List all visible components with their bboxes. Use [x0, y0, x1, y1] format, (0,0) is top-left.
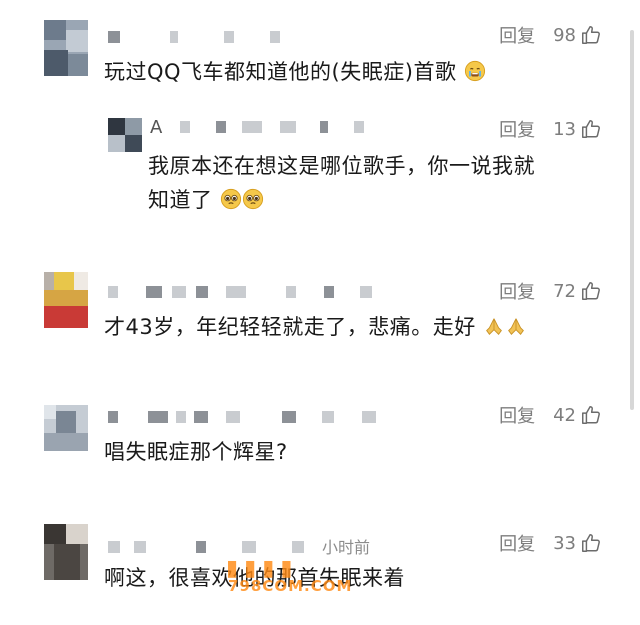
avatar[interactable] [44, 20, 88, 76]
reply-actions: 回复 13 [499, 116, 602, 142]
thumbs-up-icon [582, 282, 600, 300]
comment-text: 才43岁，年纪轻轻就走了，悲痛。走好 [104, 311, 527, 343]
like-count: 72 [553, 280, 576, 302]
pleading-face-emoji [220, 188, 241, 210]
thumbs-up-icon [582, 120, 600, 138]
watermark-logo: ▮▮▮▮ 798COM.COM [226, 556, 353, 595]
watermark-url: 798COM.COM [228, 577, 353, 595]
reply-nickname-blurred[interactable]: A [150, 117, 365, 138]
scrollbar[interactable] [630, 30, 634, 410]
nickname-blurred[interactable] [108, 540, 304, 554]
avatar[interactable] [44, 405, 88, 451]
reply-button[interactable]: 回复 [499, 116, 535, 142]
pleading-face-emoji [242, 188, 263, 210]
comment-actions: 回复 98 [499, 22, 602, 48]
comment-actions: 回复 72 [499, 278, 602, 304]
thumbs-up-icon [582, 406, 600, 424]
like-count: 98 [553, 24, 576, 46]
nickname-blurred[interactable] [108, 30, 280, 44]
avatar[interactable] [44, 524, 88, 580]
like-count: 13 [553, 118, 576, 140]
like-count: 33 [553, 532, 576, 554]
thumbs-up-icon [582, 534, 600, 552]
reply-button[interactable]: 回复 [499, 402, 535, 428]
reply-avatar[interactable] [108, 118, 142, 152]
like-button[interactable]: 33 [553, 532, 602, 554]
reply-button[interactable]: 回复 [499, 22, 535, 48]
comment-actions: 回复 33 [499, 530, 602, 556]
reply-text: 我原本还在想这是哪位歌手，你一说我就 知道了 [148, 154, 535, 212]
comment-actions: 回复 42 [499, 402, 602, 428]
like-count: 42 [553, 404, 576, 426]
like-button[interactable]: 42 [553, 404, 602, 426]
comment-time: 小时前 [322, 538, 371, 557]
reply-button[interactable]: 回复 [499, 530, 535, 556]
folded-hands-emoji [485, 318, 502, 335]
reply-button[interactable]: 回复 [499, 278, 535, 304]
crying-face-emoji [464, 60, 485, 82]
nickname-blurred[interactable] [108, 410, 376, 424]
avatar[interactable] [44, 272, 88, 328]
comment-text: 唱失眠症那个辉星? [104, 440, 288, 464]
like-button[interactable]: 72 [553, 280, 602, 302]
thumbs-up-icon [582, 26, 600, 44]
like-button[interactable]: 13 [553, 118, 602, 140]
nickname-blurred[interactable] [108, 285, 372, 299]
folded-hands-emoji [507, 318, 524, 335]
comment-text: 玩过QQ飞车都知道他的(失眠症)首歌 [104, 56, 486, 88]
like-button[interactable]: 98 [553, 24, 602, 46]
